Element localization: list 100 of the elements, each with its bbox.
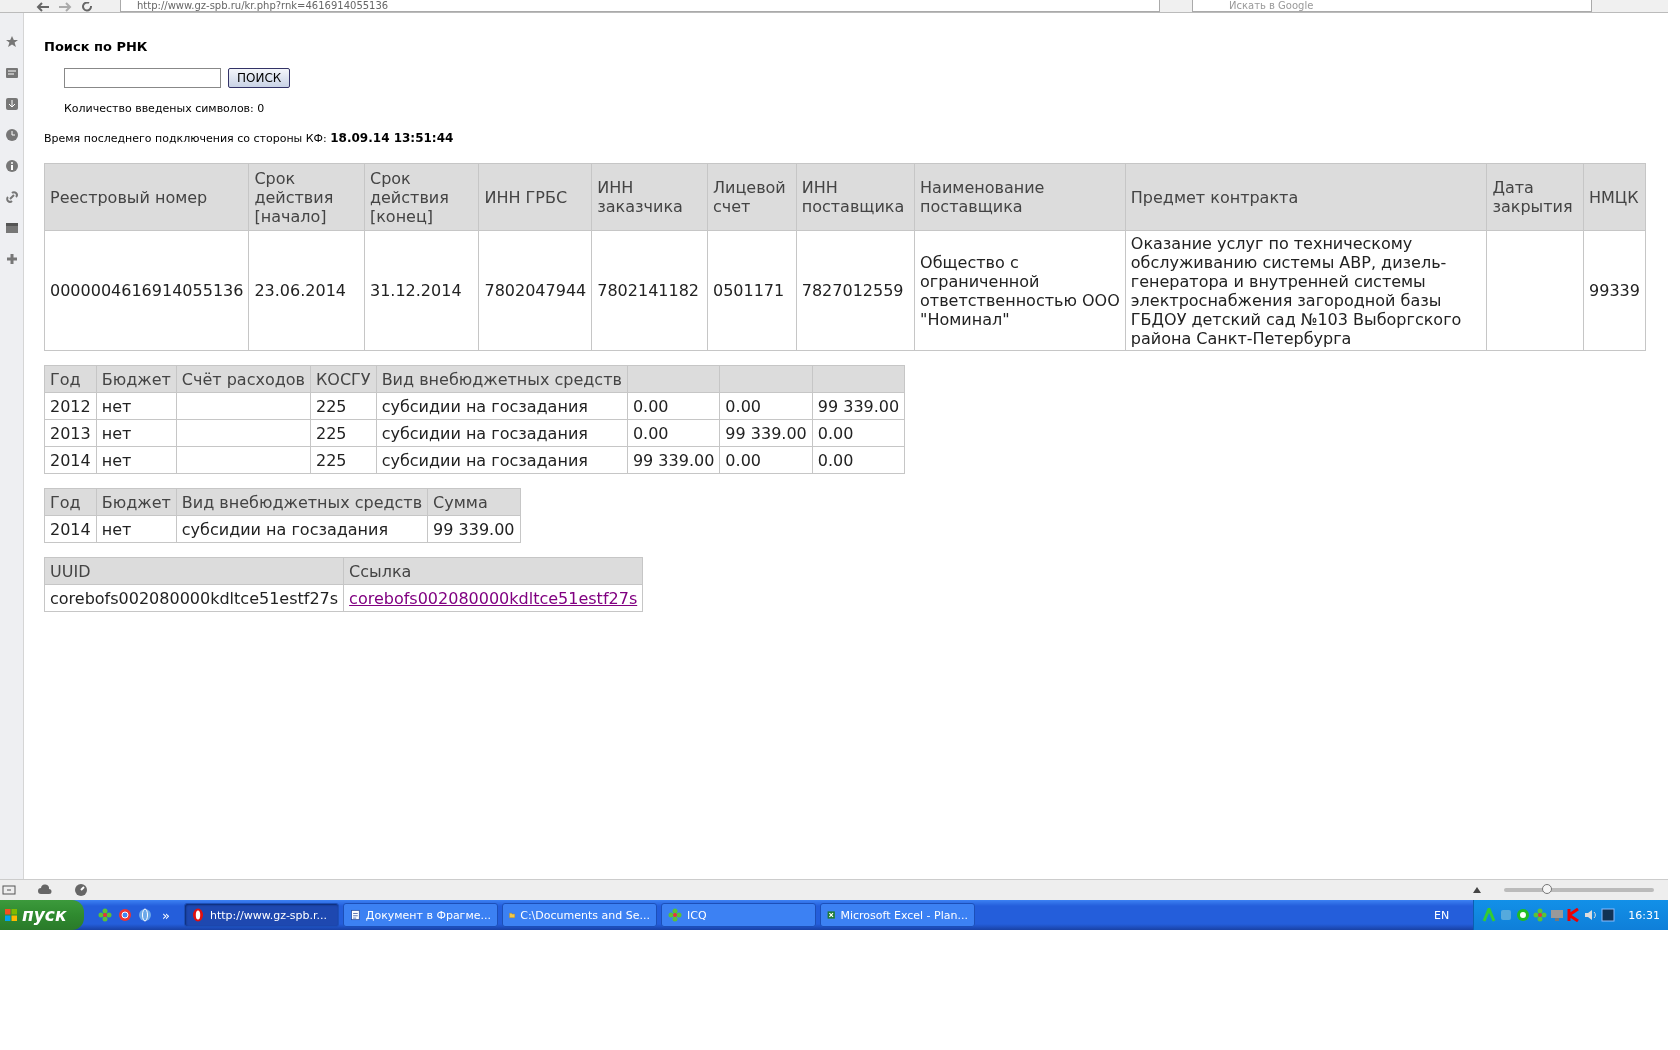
taskbar-button[interactable]: ICQ xyxy=(660,903,816,927)
column-header: НМЦК xyxy=(1583,163,1646,231)
table-cell: нет xyxy=(96,446,177,474)
flower-icon xyxy=(98,908,112,922)
page-title: Поиск по РНК xyxy=(44,39,149,54)
column-header: Лицевой счет xyxy=(707,163,797,231)
column-header: Наименование поставщика xyxy=(914,163,1126,231)
table-cell: Оказание услуг по техническому обслуживанию системы АВР, дизель-генератора и внутренней системы электроснабжения загородной базы ГБДОУ детский сад №103 Выборгского района Санкт-Петербурга xyxy=(1125,230,1487,351)
column-header: ИНН поставщика xyxy=(796,163,915,231)
globe-icon[interactable] xyxy=(138,908,152,922)
table-cell: 99 339.00 xyxy=(627,446,720,474)
caret-icon[interactable] xyxy=(1472,886,1482,894)
column-header: Ссылка xyxy=(343,557,643,585)
column-header: UUID xyxy=(44,557,344,585)
column-header: КОСГУ xyxy=(310,365,377,393)
last-connection-text: Время последнего подключения со стороны КФ: 18.09.14 13:51:44 xyxy=(44,131,455,145)
info-icon[interactable] xyxy=(4,159,19,173)
table-cell: Общество с ограниченной ответственностью ООО "Номинал" xyxy=(914,230,1126,351)
column-header: ИНН ГРБС xyxy=(478,163,592,231)
clock: 16:31 xyxy=(1628,908,1660,922)
column-header: Год xyxy=(44,488,97,516)
taskbar-button[interactable]: Документ в Фрагме... xyxy=(342,903,498,927)
table-cell: 0.00 xyxy=(627,392,720,420)
table-cell: 7827012559 xyxy=(796,230,915,351)
column-header: Бюджет xyxy=(96,488,177,516)
note-icon[interactable] xyxy=(4,66,19,80)
table-cell: corebofs002080000kdltce51estf27s xyxy=(44,584,344,612)
table-cell: 31.12.2014 xyxy=(364,230,479,351)
table-cell: 7802047944 xyxy=(478,230,592,351)
column-header: Срок действия [конец] xyxy=(364,163,479,231)
table-cell: 0000004616914055136 xyxy=(44,230,249,351)
panel-icon[interactable] xyxy=(2,883,16,897)
table-cell: 99 339.00 xyxy=(719,419,813,447)
table-cell: нет xyxy=(96,515,177,543)
column-header: Дата закрытия xyxy=(1486,163,1584,231)
search-field[interactable] xyxy=(64,68,221,88)
flower-icon xyxy=(1533,908,1548,922)
link-icon[interactable] xyxy=(4,190,19,204)
column-header: Сумма xyxy=(427,488,521,516)
table-cell: 0.00 xyxy=(719,392,813,420)
table-cell: 0.00 xyxy=(812,446,905,474)
taskbar-button[interactable]: C:\Documents and Se... xyxy=(501,903,657,927)
char-count-text: Количество введеных символов: 0 xyxy=(64,102,266,115)
column-header: Бюджет xyxy=(96,365,177,393)
table-cell: субсидии на госзадания xyxy=(376,419,628,447)
table-cell: 99339 xyxy=(1583,230,1646,351)
taskbar-button[interactable]: http://www.gz-spb.r... xyxy=(183,903,339,927)
table-cell: субсидии на госзадания xyxy=(176,515,428,543)
table-cell: 0.00 xyxy=(719,446,813,474)
star-icon[interactable] xyxy=(4,35,19,49)
table-cell: 7802141182 xyxy=(591,230,708,351)
clock-icon[interactable] xyxy=(4,128,19,142)
slider-thumb[interactable] xyxy=(1541,884,1552,894)
more-button[interactable]: » xyxy=(162,907,170,923)
reload-icon[interactable] xyxy=(80,2,94,12)
table-cell: 0.00 xyxy=(812,419,905,447)
table-cell: 2013 xyxy=(44,419,97,447)
cloud-icon[interactable] xyxy=(38,883,52,897)
column-header: Счёт расходов xyxy=(176,365,311,393)
column-header: Вид внебюджетных средств xyxy=(176,488,428,516)
table-cell: 225 xyxy=(310,446,377,474)
window-icon[interactable] xyxy=(4,221,19,235)
back-icon[interactable] xyxy=(36,2,50,12)
column-header: Год xyxy=(44,365,97,393)
address-bar[interactable]: http://www.gz-spb.ru/kr.php?rnk=4616914055136 xyxy=(120,0,1160,12)
table-cell: 225 xyxy=(310,419,377,447)
document-icon xyxy=(349,908,361,922)
table-cell: субсидии на госзадания xyxy=(376,446,628,474)
table-cell: 99 339.00 xyxy=(812,392,905,420)
search-field[interactable]: Искать в Google xyxy=(1192,0,1592,12)
table-cell: 0.00 xyxy=(627,419,720,447)
tray-icon[interactable] xyxy=(1516,908,1531,922)
table-cell: 225 xyxy=(310,392,377,420)
column-header: ИНН заказчика xyxy=(591,163,708,231)
browser-icon[interactable] xyxy=(118,908,132,922)
column-header: Вид внебюджетных средств xyxy=(376,365,628,393)
forward-icon[interactable] xyxy=(58,2,72,12)
table-cell: 23.06.2014 xyxy=(248,230,365,351)
table-cell: 0501171 xyxy=(707,230,797,351)
table-cell: нет xyxy=(96,392,177,420)
flower-icon xyxy=(667,908,682,922)
download-icon[interactable] xyxy=(4,97,19,111)
column-header: Предмет контракта xyxy=(1125,163,1487,231)
column-header: Срок действия [начало] xyxy=(248,163,365,231)
table-cell: 2014 xyxy=(44,515,97,543)
table-cell: 99 339.00 xyxy=(427,515,521,543)
search-button[interactable]: ПОИСК xyxy=(228,68,291,88)
windows-logo-icon xyxy=(4,908,18,922)
speedometer-icon[interactable] xyxy=(74,883,88,897)
table-cell: 2014 xyxy=(44,446,97,474)
spreadsheet-icon xyxy=(826,908,836,922)
taskbar-button[interactable]: Microsoft Excel - Plan... xyxy=(819,903,975,927)
opera-icon xyxy=(190,908,205,922)
plus-icon[interactable] xyxy=(4,252,19,266)
speaker-icon[interactable] xyxy=(1584,908,1599,922)
language-indicator[interactable]: EN xyxy=(1434,908,1450,922)
start-button[interactable]: пуск xyxy=(0,900,84,930)
table-cell: субсидии на госзадания xyxy=(376,392,628,420)
table-cell: нет xyxy=(96,419,177,447)
column-header: Реестровый номер xyxy=(44,163,249,231)
